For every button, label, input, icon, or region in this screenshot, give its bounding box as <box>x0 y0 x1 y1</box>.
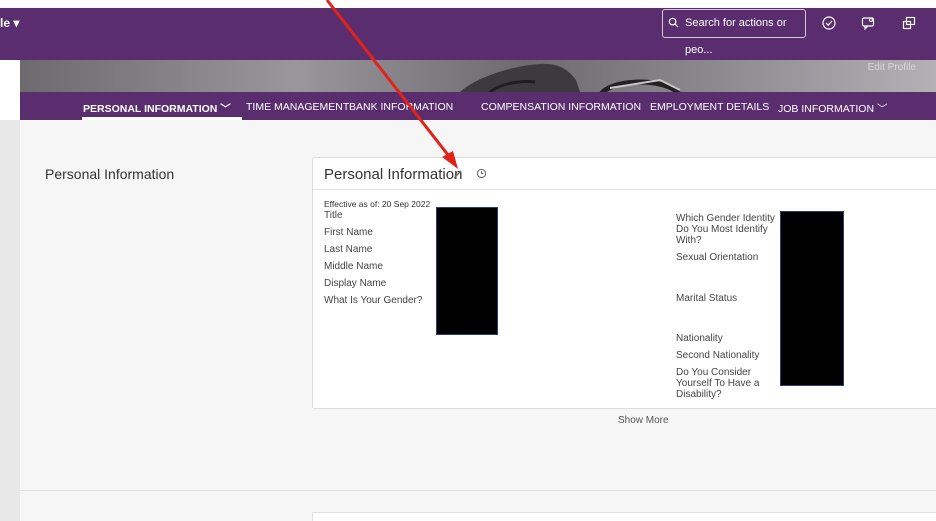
redacted-values-left <box>436 207 498 335</box>
field-label-display-name: Display Name <box>324 278 387 289</box>
section-divider <box>20 490 936 491</box>
tab-employment-details[interactable]: EMPLOYMENT DETAILS <box>650 101 769 113</box>
approvals-icon[interactable] <box>822 16 836 30</box>
field-label-title: Title <box>324 210 343 221</box>
tab-personal-information[interactable]: PERSONAL INFORMATION ﹀ <box>83 101 231 116</box>
edit-profile-link[interactable]: Edit Profile <box>868 62 916 73</box>
tab-job-information[interactable]: JOB INFORMATION ﹀ <box>778 101 887 116</box>
tab-time-management[interactable]: TIME MANAGEMENT <box>246 101 349 113</box>
tab-compensation-information[interactable]: COMPENSATION INFORMATION <box>481 101 641 113</box>
next-card <box>312 512 936 521</box>
field-label-gender: What Is Your Gender? <box>324 295 423 306</box>
field-label-gender-identity: Which Gender Identity Do You Most Identi… <box>676 213 775 246</box>
show-more-link[interactable]: Show More <box>618 415 669 426</box>
screenshot: le ▾ Search for actions or peo... Edit P… <box>0 0 936 521</box>
shell-bar: le ▾ Search for actions or peo... <box>0 8 936 60</box>
search-input[interactable]: Search for actions or peo... <box>662 9 806 56</box>
card-title: Personal Information <box>324 166 463 183</box>
profile-header-image: Edit Profile <box>20 60 936 92</box>
tab-bank-information[interactable]: BANK INFORMATION <box>349 101 453 113</box>
effective-date: Effective as of: 20 Sep 2022 <box>324 199 431 209</box>
card-header: Personal Information <box>313 158 936 190</box>
search-icon <box>668 17 679 28</box>
section-tabs: PERSONAL INFORMATION ﹀ TIME MANAGEMENT B… <box>20 92 936 120</box>
field-label-middle-name: Middle Name <box>324 261 383 272</box>
field-label-last-name: Last Name <box>324 244 373 255</box>
field-label-first-name: First Name <box>324 227 373 238</box>
redacted-values-right <box>780 211 844 386</box>
personal-information-card: Personal Information Effective as of: 20… <box>312 157 936 409</box>
field-label-nationality: Nationality <box>676 333 723 344</box>
search-placeholder: Search for actions or peo... <box>685 17 787 56</box>
left-gutter <box>0 120 20 521</box>
field-label-disability: Do You Consider Yourself To Have a Disab… <box>676 367 760 400</box>
edit-pencil-icon[interactable] <box>453 169 463 179</box>
cyclist-photo <box>460 63 681 92</box>
section-title: Personal Information <box>45 166 175 182</box>
app-menu[interactable]: le ▾ <box>0 16 19 30</box>
field-label-marital-status: Marital Status <box>676 293 738 304</box>
field-label-sexual-orientation: Sexual Orientation <box>676 252 759 263</box>
profile-switch-icon[interactable] <box>902 16 916 30</box>
notifications-icon[interactable] <box>861 16 875 30</box>
field-label-second-nationality: Second Nationality <box>676 350 760 361</box>
history-clock-icon[interactable] <box>476 168 487 179</box>
